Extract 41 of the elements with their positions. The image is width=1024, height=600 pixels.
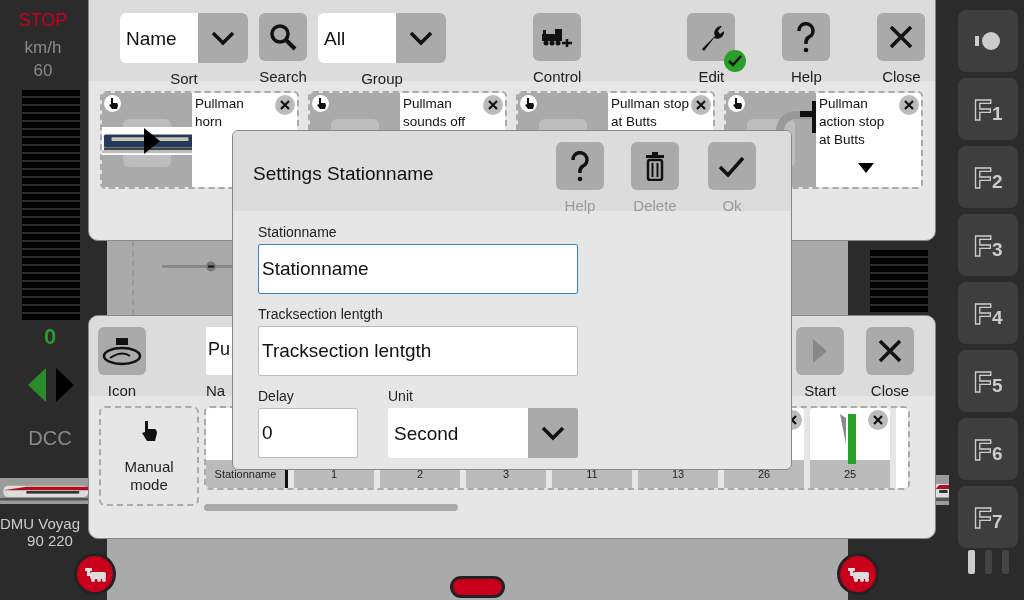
locomotive-name: DMU Voyag [0, 516, 82, 531]
max-speed: 60 [32, 62, 54, 79]
speed-value: 0 [42, 326, 58, 348]
button-label: Delete [633, 198, 677, 213]
field-label: Tracksection lentgth [258, 307, 384, 321]
field-label: Na [206, 383, 226, 398]
button-label: Help [790, 69, 822, 84]
field-label: Unit [388, 389, 414, 403]
select-field[interactable]: All [318, 13, 446, 63]
function-button[interactable]: F3 [958, 214, 1018, 276]
action-title: Pullman horn [195, 95, 245, 131]
function-button[interactable]: F5 [958, 350, 1018, 412]
field-label: Group [361, 71, 403, 86]
button-label: Control [533, 69, 582, 84]
locomotive-address: 90 220 [26, 533, 74, 548]
button-label: Close [882, 69, 921, 84]
field-label: Sort [170, 71, 198, 86]
speed-unit: km/h [23, 39, 63, 56]
unit-select[interactable]: Second [388, 408, 578, 458]
text-field[interactable]: Stationname [258, 244, 578, 294]
button-label: Ok [722, 198, 742, 213]
function-button[interactable]: F6 [958, 418, 1018, 480]
button-label: Help [564, 198, 596, 213]
action-title: Pullman action stop at Butts [819, 95, 886, 149]
field-label: Delay [258, 389, 295, 403]
button-label: Edit [698, 69, 725, 84]
function-button[interactable]: F7 [958, 486, 1018, 548]
button-label: Start [804, 383, 836, 398]
delay-field[interactable]: 0 [258, 408, 358, 458]
action-title: Pullman sounds off [403, 95, 467, 131]
field-label: Stationname [258, 225, 338, 239]
function-button[interactable]: F4 [958, 282, 1018, 344]
button-label: Search [259, 69, 307, 84]
text-field[interactable]: Tracksection lentgth [258, 326, 578, 376]
function-button[interactable]: F2 [958, 146, 1018, 208]
button-label: Icon [107, 383, 137, 398]
protocol-label: DCC [27, 428, 73, 448]
action-title: Pullman stop at Butts [611, 95, 690, 131]
select-field[interactable]: Name [120, 13, 248, 63]
button-label: Close [870, 383, 910, 398]
function-button[interactable]: F1 [958, 78, 1018, 140]
